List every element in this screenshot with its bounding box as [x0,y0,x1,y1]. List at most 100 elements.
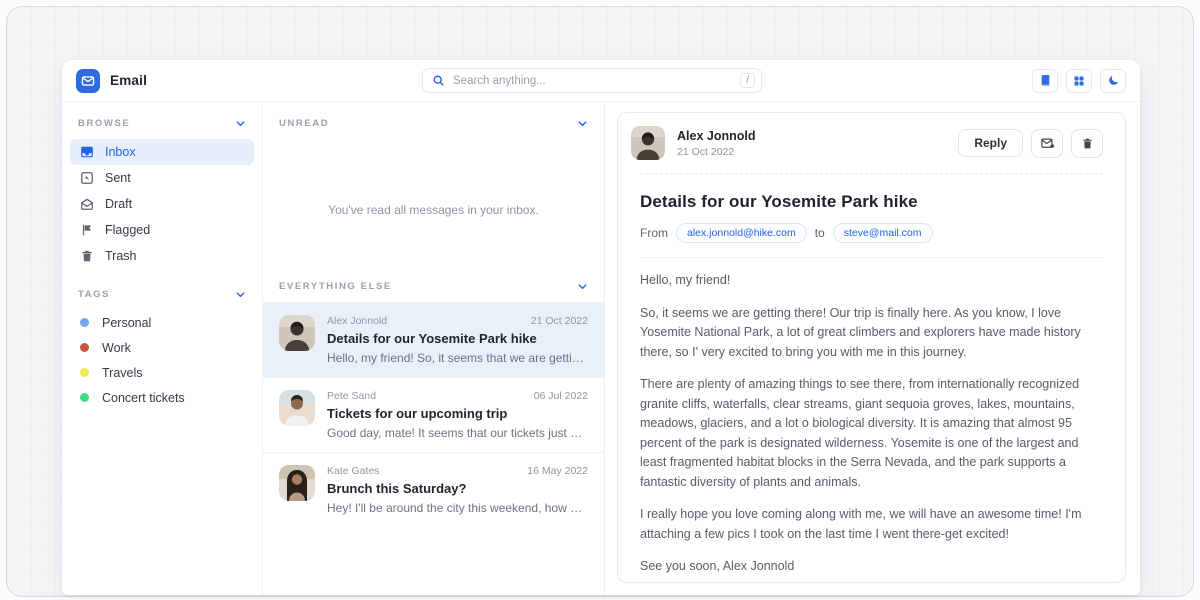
email-detail-card: Alex Jonnold 21 Oct 2022 Reply [617,112,1126,583]
tag-dot-concert-tickets [80,393,89,402]
search-bar[interactable]: / [422,68,762,93]
email-preview: Hello, my friend! So, it seems that we a… [327,351,588,365]
sidebar-item-label: Flagged [105,223,150,237]
detail-subject: Details for our Yosemite Park hike [640,192,1103,212]
detail-panel-wrapper: Alex Jonnold 21 Oct 2022 Reply [605,102,1140,595]
trash-icon[interactable] [1071,129,1103,158]
chevron-down-icon[interactable] [235,289,246,300]
everything-else-section-label: EVERYTHING ELSE [279,281,392,292]
tag-label: Work [102,341,131,355]
tags-nav: Personal Work Travels Concert tickets [62,310,262,410]
tag-item-personal[interactable]: Personal [70,310,254,335]
email-sender: Pete Sand [327,390,376,402]
email-list-item-alex[interactable]: Alex Jonnold 21 Oct 2022 Details for our… [263,302,604,377]
email-summary: Alex Jonnold 21 Oct 2022 Details for our… [327,315,588,365]
detail-header: Alex Jonnold 21 Oct 2022 Reply [631,126,1103,160]
avatar [279,315,315,351]
email-sender: Alex Jonnold [327,315,387,327]
sidebar-item-label: Inbox [105,145,136,159]
sidebar-item-label: Sent [105,171,131,185]
email-list-item-kate[interactable]: Kate Gates 16 May 2022 Brunch this Satur… [263,452,604,527]
everything-else-section-header: EVERYTHING ELSE [263,281,604,292]
book-icon[interactable] [1032,69,1058,93]
unread-empty-message: You've read all messages in your inbox. [328,203,539,217]
chevron-down-icon[interactable] [577,281,588,292]
detail-date: 21 Oct 2022 [677,146,755,158]
email-list-item-pete[interactable]: Pete Sand 06 Jul 2022 Tickets for our up… [263,377,604,452]
app-title: Email [110,73,147,88]
avatar [631,126,665,160]
tag-label: Personal [102,316,151,330]
from-to-row: From alex.jonnold@hike.com to steve@mail… [640,223,1103,243]
body-paragraph: So, it seems we are getting there! Our t… [640,304,1103,363]
search-input[interactable] [453,75,732,87]
chevron-down-icon[interactable] [235,118,246,129]
sidebar-item-sent[interactable]: Sent [70,165,254,191]
email-date: 21 Oct 2022 [531,315,588,327]
sidebar-item-flagged[interactable]: Flagged [70,217,254,243]
flag-icon [80,223,94,237]
detail-actions: Reply [958,129,1103,158]
detail-sender-name: Alex Jonnold [677,129,755,143]
tag-label: Travels [102,366,143,380]
email-body: Hello, my friend! So, it seems we are ge… [640,271,1103,577]
unread-section-header: UNREAD [263,118,604,129]
detail-content: Details for our Yosemite Park hike From … [631,192,1103,583]
to-email-chip[interactable]: steve@mail.com [833,223,933,243]
search-icon [432,74,445,87]
envelope-forward-icon[interactable] [1031,129,1063,158]
sidebar-item-draft[interactable]: Draft [70,191,254,217]
tag-item-concert-tickets[interactable]: Concert tickets [70,385,254,410]
body-paragraph: Hello, my friend! [640,271,1103,291]
browse-nav: Inbox Sent Draft Flagged Trash [62,139,262,269]
tag-item-travels[interactable]: Travels [70,360,254,385]
divider [640,257,1103,258]
draft-icon [80,197,94,211]
moon-icon[interactable] [1100,69,1126,93]
sidebar-item-inbox[interactable]: Inbox [70,139,254,165]
message-list-panel: UNREAD You've read all messages in your … [262,102,605,595]
tag-dot-personal [80,318,89,327]
from-email-chip[interactable]: alex.jonnold@hike.com [676,223,807,243]
unread-empty-state: You've read all messages in your inbox. [263,139,604,281]
sent-icon [80,171,94,185]
top-bar: Email / [62,60,1140,102]
search-shortcut-key: / [740,73,755,88]
tag-label: Concert tickets [102,391,185,405]
email-preview: Good day, mate! It seems that our ticket… [327,426,588,440]
body-paragraph: There are plenty of amazing things to se… [640,375,1103,492]
avatar [279,390,315,426]
chevron-down-icon[interactable] [577,118,588,129]
topbar-actions [1032,69,1126,93]
body-paragraph: See you soon, Alex Jonnold [640,557,1103,577]
tags-section: TAGS Personal Work [62,289,262,410]
tags-section-header: TAGS [62,289,262,300]
email-subject: Details for our Yosemite Park hike [327,331,588,346]
tag-item-work[interactable]: Work [70,335,254,360]
email-date: 16 May 2022 [527,465,588,477]
email-preview: Hey! I'll be around the city this weeken… [327,501,588,515]
email-date: 06 Jul 2022 [534,390,588,402]
sidebar-item-label: Draft [105,197,132,211]
reply-button[interactable]: Reply [958,129,1023,157]
email-sender: Kate Gates [327,465,380,477]
trash-icon [80,249,94,263]
from-label: From [640,226,668,240]
avatar [279,465,315,501]
sidebar-item-trash[interactable]: Trash [70,243,254,269]
email-summary: Kate Gates 16 May 2022 Brunch this Satur… [327,465,588,515]
email-subject: Tickets for our upcoming trip [327,406,588,421]
grid-icon[interactable] [1066,69,1092,93]
email-subject: Brunch this Saturday? [327,481,588,496]
email-summary: Pete Sand 06 Jul 2022 Tickets for our up… [327,390,588,440]
tags-section-label: TAGS [78,289,110,300]
detail-sender-block: Alex Jonnold 21 Oct 2022 [677,129,755,158]
to-label: to [815,226,825,240]
main-area: BROWSE Inbox Sent Draft [62,102,1140,595]
email-app-window: Email / BROWSE [62,60,1140,595]
sidebar: BROWSE Inbox Sent Draft [62,102,262,595]
body-paragraph: I really hope you love coming along with… [640,505,1103,544]
brand: Email [76,69,422,93]
inbox-icon [80,145,94,159]
unread-section-label: UNREAD [279,118,329,129]
